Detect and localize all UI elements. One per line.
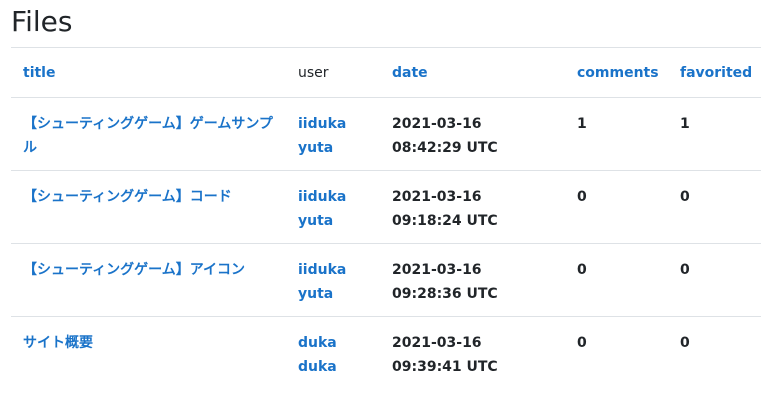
favorited-count: 0 (668, 170, 761, 244)
table-row: 【シューティングゲーム】ゲームサンプル iiduka yuta 2021-03-… (11, 97, 761, 171)
title-cell: サイト概要 (11, 317, 286, 390)
table-row: 【シューティングゲーム】アイコン iiduka yuta 2021-03-16 … (11, 243, 761, 317)
sort-by-comments-link[interactable]: comments (577, 65, 659, 81)
sort-by-title-link[interactable]: title (23, 65, 55, 81)
files-table: title user date comments favorited 【シューテ… (11, 47, 761, 389)
header-user-cell: user (286, 47, 380, 98)
table-row: 【シューティングゲーム】コード iiduka yuta 2021-03-16 0… (11, 170, 761, 244)
comments-count: 0 (565, 243, 668, 317)
title-cell: 【シューティングゲーム】コード (11, 170, 286, 244)
header-comments-cell: comments (565, 47, 668, 98)
file-title-link[interactable]: サイト概要 (23, 335, 93, 351)
user-link[interactable]: duka duka (298, 335, 337, 375)
user-cell: iiduka yuta (286, 97, 380, 171)
date-cell: 2021-03-16 08:42:29 UTC (380, 97, 565, 171)
title-cell: 【シューティングゲーム】ゲームサンプル (11, 97, 286, 171)
comments-count: 1 (565, 97, 668, 171)
user-cell: iiduka yuta (286, 170, 380, 244)
table-header: title user date comments favorited (11, 47, 761, 98)
files-page: Files title user date comments favorited… (0, 0, 780, 401)
user-link[interactable]: iiduka yuta (298, 262, 346, 302)
header-date-cell: date (380, 47, 565, 98)
file-title-link[interactable]: 【シューティングゲーム】コード (23, 189, 232, 205)
user-cell: iiduka yuta (286, 243, 380, 317)
table-row: サイト概要 duka duka 2021-03-16 09:39:41 UTC … (11, 317, 761, 390)
comments-count: 0 (577, 335, 587, 351)
header-favorited-cell: favorited (668, 47, 761, 98)
favorited-count: 0 (668, 243, 761, 317)
date-cell: 2021-03-16 09:28:36 UTC (380, 243, 565, 317)
title-cell: 【シューティングゲーム】アイコン (11, 243, 286, 317)
date-cell: 2021-03-16 09:39:41 UTC (392, 335, 498, 375)
page-title: Files (11, 5, 73, 38)
file-title-link[interactable]: 【シューティングゲーム】ゲームサンプル (23, 116, 273, 156)
sort-by-date-link[interactable]: date (392, 65, 428, 81)
header-title-cell: title (11, 47, 286, 98)
sort-by-favorited-link[interactable]: favorited (680, 65, 752, 81)
user-link[interactable]: iiduka yuta (298, 189, 346, 229)
comments-count: 0 (565, 170, 668, 244)
favorited-count: 0 (680, 335, 690, 351)
table-body: 【シューティングゲーム】ゲームサンプル iiduka yuta 2021-03-… (11, 97, 761, 390)
favorited-count: 1 (668, 97, 761, 171)
file-title-link[interactable]: 【シューティングゲーム】アイコン (23, 262, 245, 278)
user-link[interactable]: iiduka yuta (298, 116, 346, 156)
user-cell: duka duka (286, 317, 380, 390)
header-row: title user date comments favorited (11, 47, 761, 98)
date-cell: 2021-03-16 09:18:24 UTC (380, 170, 565, 244)
